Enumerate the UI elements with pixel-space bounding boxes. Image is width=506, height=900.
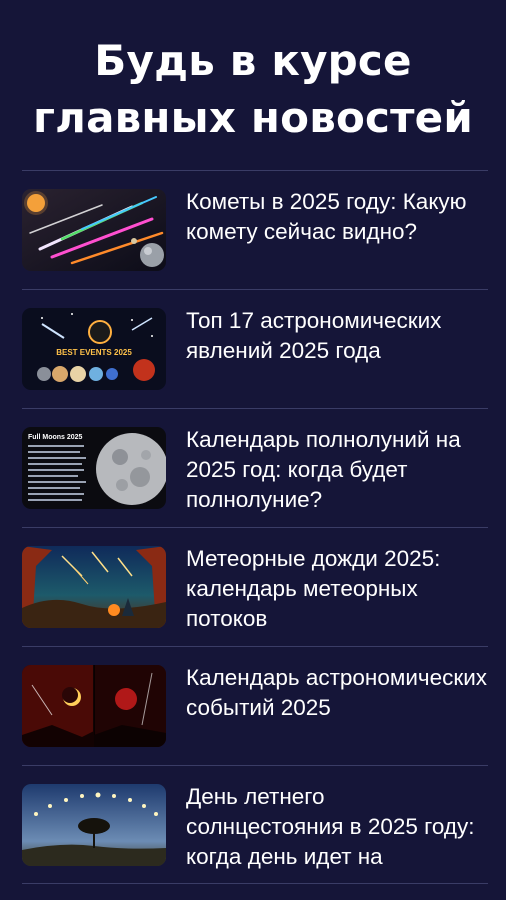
news-item-astro-calendar[interactable]: Календарь астрономических событий 2025: [22, 646, 488, 765]
news-item-solstice[interactable]: День летнего солнцестояния в 2025 году: …: [22, 765, 488, 884]
title-line-1: Будь в курсе: [94, 36, 412, 85]
news-screen: Будь в курсе главных новостей Кометы в 2…: [0, 0, 506, 900]
news-item-title: Календарь астрономических событий 2025: [186, 665, 488, 720]
page-title: Будь в курсе главных новостей: [0, 0, 506, 146]
comets-thumbnail: [22, 189, 166, 271]
news-item-meteor-showers[interactable]: Метеорные дожди 2025: календарь метеорны…: [22, 527, 488, 646]
best-events-caption: BEST EVENTS 2025: [56, 348, 132, 357]
news-item-comets[interactable]: Кометы в 2025 году: Какую комету сейчас …: [22, 170, 488, 289]
eclipse-thumbnail: [22, 665, 166, 747]
full-moons-thumbnail: Full Moons 2025: [22, 427, 166, 509]
title-line-2: главных новостей: [33, 93, 473, 142]
news-item-title: Календарь полнолуний на 2025 год: когда …: [186, 427, 461, 512]
meteor-showers-thumbnail: [22, 546, 166, 628]
news-item-full-moons[interactable]: Full Moons 2025 Календарь полнолуний на …: [22, 408, 488, 527]
news-item-top-events[interactable]: BEST EVENTS 2025 Топ 17 астрономических …: [22, 289, 488, 408]
news-item-title: Топ 17 астрономических явлений 2025 года: [186, 308, 442, 363]
best-events-thumbnail: BEST EVENTS 2025: [22, 308, 166, 390]
news-list: Кометы в 2025 году: Какую комету сейчас …: [22, 170, 488, 884]
news-item-title: Кометы в 2025 году: Какую комету сейчас …: [186, 189, 467, 244]
solstice-thumbnail: [22, 784, 166, 866]
full-moons-caption: Full Moons 2025: [28, 434, 83, 441]
news-item-title: Метеорные дожди 2025: календарь метеорны…: [186, 546, 441, 631]
news-item-title: День летнего солнцестояния в 2025 году: …: [186, 784, 475, 869]
